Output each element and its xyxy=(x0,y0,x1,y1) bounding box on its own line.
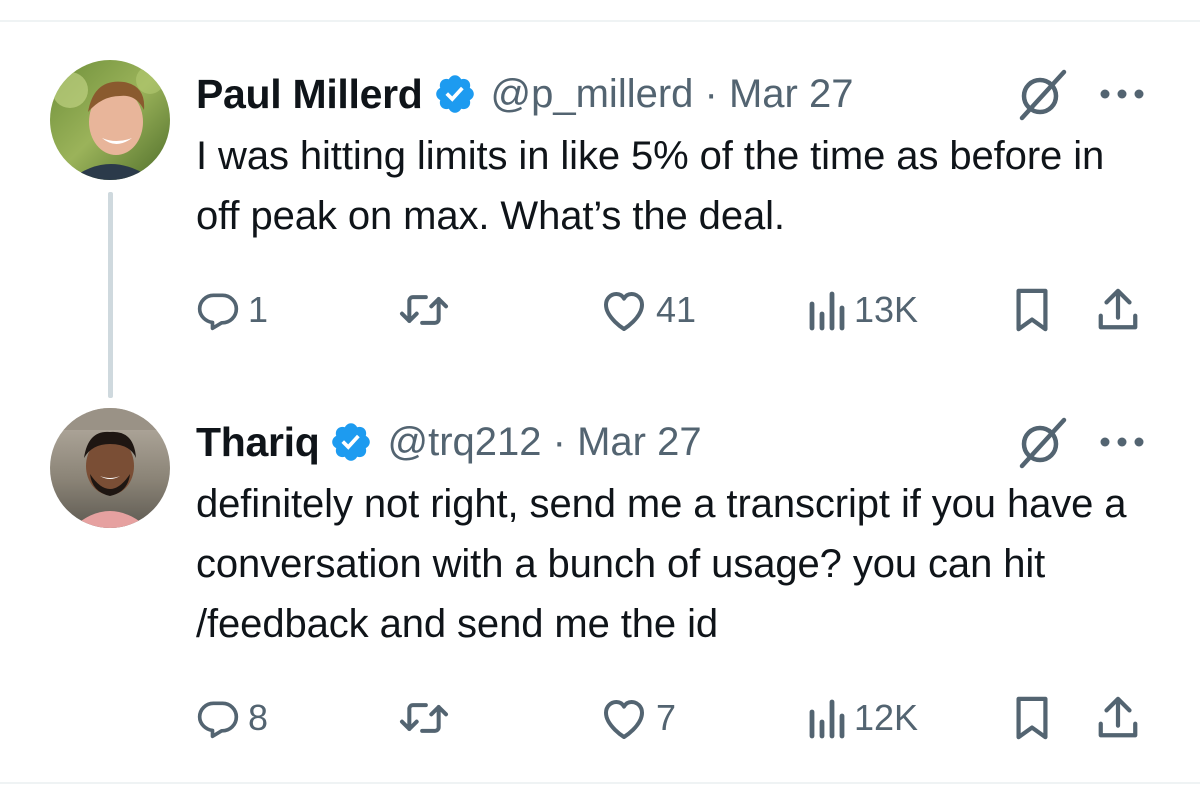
handle-and-date: @p_millerd · Mar 27 xyxy=(491,72,854,117)
bookmark-button[interactable] xyxy=(1012,690,1052,746)
heart-icon xyxy=(600,288,648,332)
share-icon xyxy=(1096,287,1140,333)
reply-icon xyxy=(196,696,240,740)
views-chart-icon xyxy=(806,288,846,332)
tweet-text: I was hitting limits in like 5% of the t… xyxy=(196,134,1105,238)
views-button[interactable]: 13K xyxy=(806,282,918,338)
reply-count: 1 xyxy=(248,289,269,330)
tweet-text: definitely not right, send me a transcri… xyxy=(196,482,1127,646)
like-count: 7 xyxy=(656,697,677,738)
reply-count: 8 xyxy=(248,697,269,738)
share-button[interactable] xyxy=(1096,282,1140,338)
tweet-actions: 8 7 12K xyxy=(196,690,1146,746)
dot-separator: · xyxy=(704,71,718,116)
tweet-actions: 1 41 13K xyxy=(196,282,1146,338)
views-chart-icon xyxy=(806,696,846,740)
share-icon xyxy=(1096,695,1140,741)
more-options-icon[interactable] xyxy=(1098,87,1146,101)
tweet-header-actions xyxy=(1014,412,1146,472)
more-options-icon[interactable] xyxy=(1098,435,1146,449)
author-name[interactable]: Thariq xyxy=(196,419,320,466)
reply-button[interactable]: 8 xyxy=(196,690,268,746)
retweet-icon xyxy=(396,288,452,332)
reply-button[interactable]: 1 xyxy=(196,282,268,338)
avatar[interactable] xyxy=(50,60,170,180)
views-count: 13K xyxy=(854,289,919,330)
tweet-header: Paul Millerd @p_millerd · Mar 27 xyxy=(196,64,853,124)
retweet-button[interactable] xyxy=(396,690,460,746)
views-button[interactable]: 12K xyxy=(806,690,918,746)
like-count: 41 xyxy=(656,289,697,330)
thread-view: Paul Millerd @p_millerd · Mar 27 I was h… xyxy=(0,0,1200,787)
tweet-date[interactable]: Mar 27 xyxy=(577,420,702,464)
bottom-divider xyxy=(0,782,1200,784)
avatar[interactable] xyxy=(50,408,170,528)
heart-icon xyxy=(600,696,648,740)
thread-connector-line xyxy=(108,192,113,398)
retweet-button[interactable] xyxy=(396,282,460,338)
author-name[interactable]: Paul Millerd xyxy=(196,71,423,118)
top-divider xyxy=(0,20,1200,22)
verified-badge-icon xyxy=(433,72,477,116)
grok-icon[interactable] xyxy=(1014,414,1070,470)
share-button[interactable] xyxy=(1096,690,1140,746)
bookmark-icon xyxy=(1012,287,1052,333)
like-button[interactable]: 7 xyxy=(600,690,676,746)
views-count: 12K xyxy=(854,697,919,738)
author-handle[interactable]: @p_millerd xyxy=(491,72,694,116)
author-handle[interactable]: @trq212 xyxy=(387,420,541,464)
tweet-header: Thariq @trq212 · Mar 27 xyxy=(196,412,702,472)
retweet-icon xyxy=(396,696,452,740)
verified-badge-icon xyxy=(329,420,373,464)
bookmark-button[interactable] xyxy=(1012,282,1052,338)
dot-separator: · xyxy=(552,419,566,464)
grok-icon[interactable] xyxy=(1014,66,1070,122)
like-button[interactable]: 41 xyxy=(600,282,696,338)
bookmark-icon xyxy=(1012,695,1052,741)
tweet-header-actions xyxy=(1014,64,1146,124)
tweet-date[interactable]: Mar 27 xyxy=(729,72,854,116)
handle-and-date: @trq212 · Mar 27 xyxy=(387,420,701,465)
reply-icon xyxy=(196,288,240,332)
